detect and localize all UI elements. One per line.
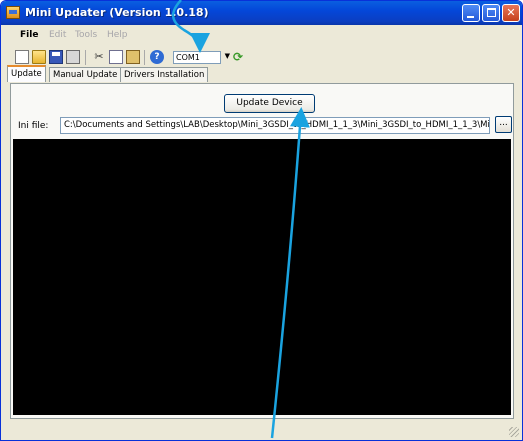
new-icon[interactable] — [15, 50, 29, 64]
minimize-button[interactable] — [462, 4, 480, 22]
toolbar-separator — [85, 50, 86, 65]
output-console[interactable] — [13, 139, 511, 415]
window-title: Mini Updater (Version 1.0.18) — [25, 6, 209, 19]
open-icon[interactable] — [32, 50, 46, 64]
save-icon[interactable] — [49, 50, 63, 64]
title-bar[interactable]: Mini Updater (Version 1.0.18) ✕ — [1, 1, 522, 25]
update-device-button[interactable]: Update Device — [224, 94, 315, 113]
help-icon[interactable]: ? — [150, 50, 164, 64]
browse-button[interactable]: ... — [495, 116, 512, 133]
paste-icon[interactable] — [126, 50, 140, 64]
ini-file-field[interactable]: C:\Documents and Settings\LAB\Desktop\Mi… — [60, 117, 490, 134]
cut-icon[interactable]: ✂ — [92, 50, 106, 64]
menu-tools[interactable]: Tools — [75, 30, 97, 40]
tab-update[interactable]: Update — [7, 65, 46, 82]
com-port-select[interactable]: COM1 ▼ — [173, 51, 230, 64]
ini-file-label: Ini file: — [18, 121, 49, 131]
minimize-icon — [467, 16, 474, 18]
close-button[interactable]: ✕ — [502, 4, 520, 22]
chevron-down-icon[interactable]: ▼ — [225, 52, 230, 60]
toolbar-separator — [144, 50, 145, 65]
menu-help[interactable]: Help — [107, 30, 128, 40]
refresh-icon[interactable]: ⟳ — [231, 50, 245, 64]
app-icon — [6, 6, 20, 19]
copy-icon[interactable] — [109, 50, 123, 64]
resize-grip-icon[interactable] — [509, 427, 519, 437]
update-panel: Update Device Ini file: C:\Documents and… — [10, 83, 514, 419]
tab-manual-update[interactable]: Manual Update — [49, 67, 122, 82]
menu-bar: File Edit Tools Help — [1, 28, 522, 44]
status-bar — [1, 422, 522, 440]
app-window: Mini Updater (Version 1.0.18) ✕ File Edi… — [0, 0, 523, 441]
print-icon[interactable] — [66, 50, 80, 64]
close-icon: ✕ — [506, 6, 516, 19]
menu-file[interactable]: File — [20, 30, 38, 40]
tab-drivers-installation[interactable]: Drivers Installation — [120, 67, 209, 82]
maximize-icon — [487, 8, 496, 17]
com-port-value: COM1 — [176, 53, 200, 62]
maximize-button[interactable] — [482, 4, 500, 22]
menu-edit[interactable]: Edit — [49, 30, 66, 40]
